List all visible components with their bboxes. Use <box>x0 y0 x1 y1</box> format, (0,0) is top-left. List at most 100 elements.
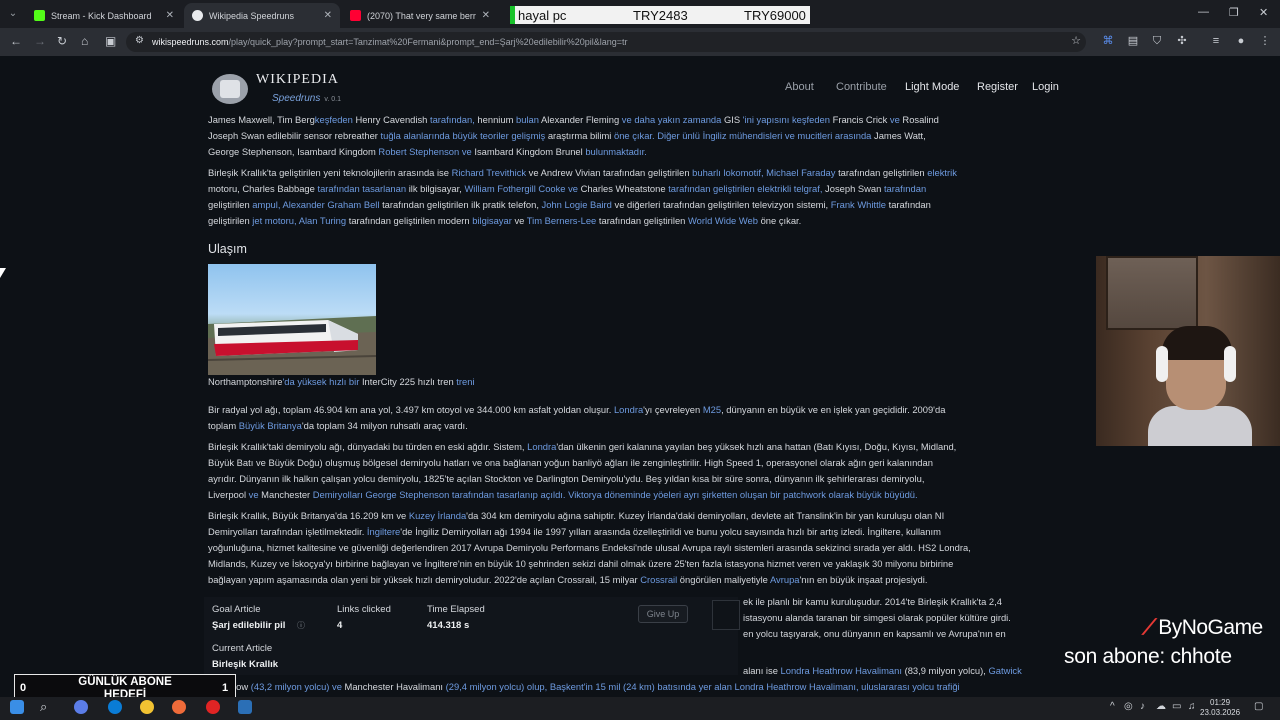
nav-login[interactable]: Login <box>1032 81 1059 93</box>
article-link[interactable]: bulunmaktadır. <box>583 146 647 157</box>
article-link[interactable]: Demiryolları George Stephenson tarafında… <box>310 489 918 500</box>
article-link[interactable]: buharlı lokomotif, <box>692 167 763 178</box>
tray-app-icon[interactable]: ◎ <box>1124 701 1133 712</box>
network-icon[interactable]: ▭ <box>1172 701 1181 712</box>
maximize-icon[interactable]: ❐ <box>1229 6 1239 19</box>
goal-article-value[interactable]: Şarj edilebilir pil <box>212 620 285 631</box>
article-link[interactable]: (29,4 milyon yolcu) olup, Başkent'in 15 … <box>443 681 960 692</box>
article-link[interactable]: tarafından, <box>427 114 477 125</box>
tab-wikipedia-speedruns[interactable]: Wikipedia Speedruns ✕ <box>184 3 340 28</box>
article-link[interactable]: Avrupa <box>770 574 800 585</box>
article-link[interactable]: Büyük Britanya <box>239 420 302 431</box>
article-link[interactable]: tarafından geliştirilen elektrikli telgr… <box>666 183 825 194</box>
article-link[interactable]: 'da yüksek hızlı bir <box>283 376 362 387</box>
reload-icon[interactable]: ↻ <box>57 34 67 48</box>
tab-search-chevron-icon[interactable]: ⌄ <box>6 7 20 21</box>
article-link[interactable]: ve daha yakın zamanda <box>619 114 724 125</box>
article-link[interactable]: treni <box>454 376 474 387</box>
tab-kick-dashboard[interactable]: Stream - Kick Dashboard ✕ <box>26 3 182 28</box>
article-link[interactable]: Crossrail <box>640 574 677 585</box>
back-icon[interactable]: ← <box>10 34 22 48</box>
site-logo[interactable]: WIKIPEDIA Speedruns v. 0.1 <box>212 72 341 106</box>
article-link[interactable]: Alan Turing <box>299 215 346 226</box>
nav-about[interactable]: About <box>785 81 814 93</box>
article-link[interactable]: M25 <box>703 404 721 415</box>
article-link[interactable]: (43,2 milyon yolcu) ve <box>248 681 344 692</box>
edge-browser-icon[interactable] <box>108 700 122 714</box>
obs-icon[interactable] <box>206 700 220 714</box>
article-link[interactable]: ve <box>246 489 261 500</box>
taskbar-app-icon[interactable] <box>74 700 88 714</box>
article-link[interactable]: Michael Faraday <box>766 167 835 178</box>
steam-icon[interactable] <box>238 700 252 714</box>
nav-contribute[interactable]: Contribute <box>836 81 887 93</box>
daily-sub-goal-target: 1 <box>222 682 229 694</box>
article-link[interactable]: Londra <box>781 665 810 676</box>
extension-screenshot-icon[interactable]: ▤ <box>1127 35 1139 47</box>
home-icon[interactable]: ⌂ <box>81 34 88 48</box>
article-link[interactable]: Kuzey İrlanda <box>409 510 466 521</box>
article-link[interactable]: John Logie Baird <box>542 199 612 210</box>
article-link[interactable]: Alexander Graham Bell <box>283 199 380 210</box>
side-panel-icon[interactable]: ▣ <box>105 34 116 48</box>
browser-menu-icon[interactable]: ⋮ <box>1259 35 1271 47</box>
article-link[interactable]: 'ini yapısını keşfeden <box>740 114 832 125</box>
chrome-browser-icon[interactable] <box>140 700 154 714</box>
info-icon[interactable]: ⓘ <box>297 620 305 631</box>
train-photo[interactable] <box>208 264 376 375</box>
current-article-value: Birleşik Krallık <box>212 659 279 670</box>
close-window-icon[interactable]: ✕ <box>1259 6 1268 19</box>
extension-shield-icon[interactable]: ⛉ <box>1151 35 1163 47</box>
time-elapsed-label: Time Elapsed <box>427 604 485 615</box>
article-link[interactable]: Frank Whittle <box>831 199 886 210</box>
bookmark-star-icon[interactable]: ☆ <box>1070 35 1082 47</box>
nav-register[interactable]: Register <box>977 81 1018 93</box>
taskbar-clock[interactable]: 01:29 23.03.2026 <box>1200 698 1240 718</box>
extensions-puzzle-icon[interactable]: ✣ <box>1176 35 1188 47</box>
article-link[interactable]: William Fothergill Cooke ve <box>462 183 581 194</box>
firefox-browser-icon[interactable] <box>172 700 186 714</box>
article-link[interactable]: ampul, <box>252 199 280 210</box>
article-link[interactable]: Heathrow Havalimanı <box>812 665 902 676</box>
close-tab-icon[interactable]: ✕ <box>482 10 490 21</box>
microphone-icon[interactable]: ♪ <box>1140 701 1145 712</box>
article-link[interactable]: elektrik <box>927 167 957 178</box>
article-link[interactable]: keşfeden <box>315 114 356 125</box>
article-link[interactable]: tarafından tasarlanan <box>315 183 409 194</box>
give-up-confirm-box[interactable] <box>712 600 740 630</box>
article-link[interactable]: bilgisayar <box>472 215 512 226</box>
tray-cloud-icon[interactable]: ☁ <box>1156 701 1166 712</box>
media-controls-icon[interactable]: ≡ <box>1210 35 1222 47</box>
minimize-icon[interactable]: — <box>1198 6 1209 18</box>
article-link[interactable]: Tim Berners-Lee <box>527 215 596 226</box>
site-info-icon[interactable]: ⚙ <box>135 35 144 46</box>
article-link[interactable]: tarafından <box>881 183 926 194</box>
article-link[interactable]: Londra <box>527 441 556 452</box>
close-tab-icon[interactable]: ✕ <box>166 10 174 21</box>
article-text: GIS <box>723 114 741 125</box>
url-text[interactable]: wikispeedruns.com/play/quick_play?prompt… <box>152 37 628 47</box>
tab-youtube-video[interactable]: (2070) That very same berry sh ✕ <box>342 3 498 28</box>
article-link[interactable]: İngiltere <box>367 526 400 537</box>
article-link[interactable]: öne çıkar. Diğer ünlü İngiliz mühendisle… <box>611 130 874 141</box>
article-link[interactable]: Londra <box>614 404 643 415</box>
volume-icon[interactable]: ♫ <box>1188 701 1196 712</box>
article-link[interactable]: ve <box>887 114 902 125</box>
profile-avatar-icon[interactable]: ● <box>1235 35 1247 47</box>
article-link[interactable]: World Wide Web <box>688 215 758 226</box>
search-icon[interactable]: ⌕ <box>40 700 54 714</box>
start-windows-icon[interactable] <box>10 700 24 714</box>
article-link[interactable]: Richard Trevithick <box>452 167 527 178</box>
notifications-icon[interactable]: ▢ <box>1254 701 1263 712</box>
give-up-button[interactable]: Give Up <box>638 605 688 623</box>
tray-chevron-icon[interactable]: ^ <box>1110 701 1115 712</box>
forward-icon[interactable]: → <box>34 34 46 48</box>
nav-light-mode[interactable]: Light Mode <box>905 81 959 93</box>
article-link[interactable]: tuğla alanlarında büyük teoriler gelişmi… <box>378 130 548 141</box>
extension-translate-icon[interactable]: ⌘ <box>1102 35 1114 47</box>
article-link[interactable]: jet motoru, <box>252 215 296 226</box>
article-link[interactable]: bulan <box>513 114 541 125</box>
close-tab-icon[interactable]: ✕ <box>324 10 332 21</box>
article-link[interactable]: Robert Stephenson ve <box>376 146 475 157</box>
article-link[interactable]: Gatwick <box>988 665 1021 676</box>
